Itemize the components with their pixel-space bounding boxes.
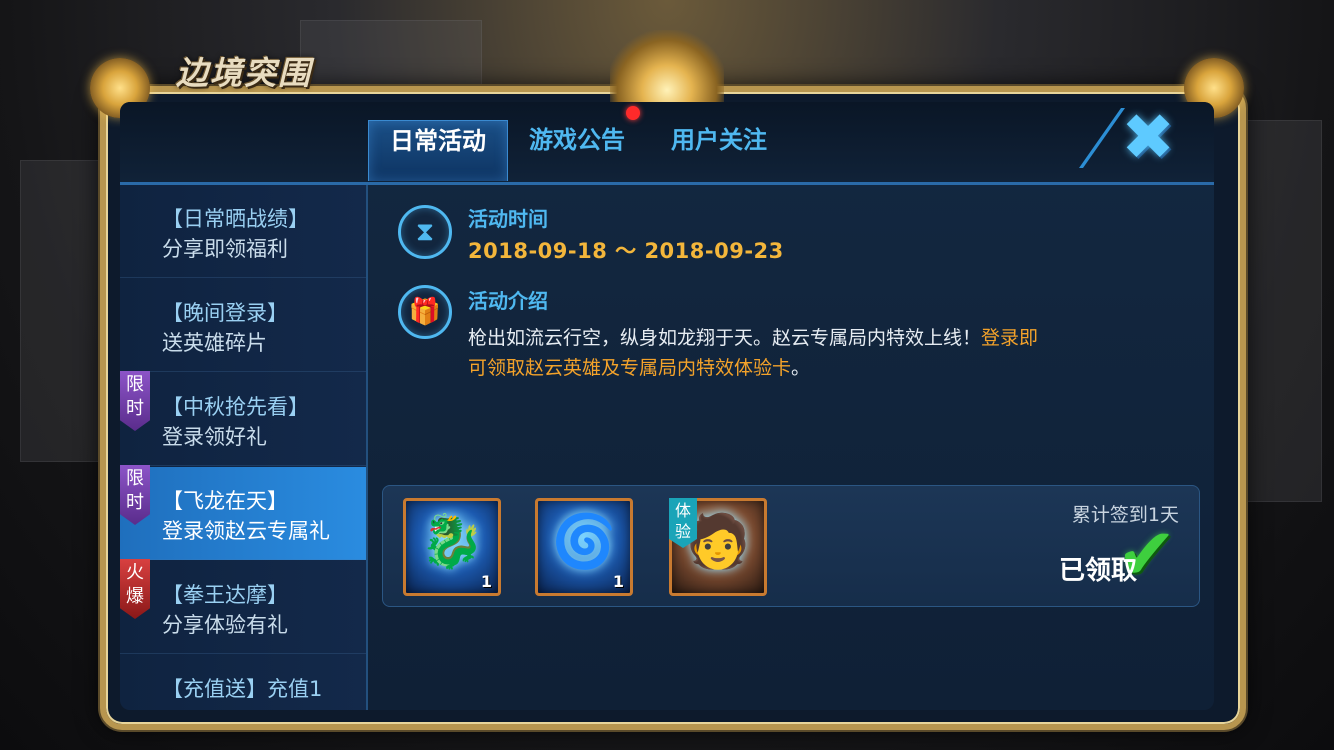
gift-icon: 🎁 bbox=[398, 285, 452, 339]
hot-badge: 火爆 bbox=[120, 559, 150, 619]
sidebar-item-title: 【拳王达摩】 bbox=[162, 583, 288, 607]
claimed-status: 已领取 bbox=[1058, 556, 1137, 586]
intro-highlight: 可领取赵云英雄及专属局内特效体验卡 bbox=[468, 357, 792, 379]
trial-tag: 体验 bbox=[669, 498, 697, 548]
intro-end: 。 bbox=[791, 357, 811, 379]
reward-hero-zhaoyun[interactable]: 🧑 体验 bbox=[669, 498, 767, 596]
sidebar-item-daily-record[interactable]: 【日常晒战绩】 分享即领福利 bbox=[120, 185, 366, 278]
close-icon[interactable]: ✖ bbox=[1118, 106, 1178, 170]
dragon-icon: 🐉 bbox=[419, 512, 485, 572]
hourglass-icon: ⧗ bbox=[398, 205, 452, 259]
reward-count: 1 bbox=[480, 572, 492, 591]
activity-sidebar: 【日常晒战绩】 分享即领福利 【晚间登录】 送英雄碎片 限时 【中秋抢先看】 登… bbox=[120, 185, 368, 710]
game-title-logo: 边境突围 bbox=[176, 54, 313, 92]
activity-intro-title: 活动介绍 bbox=[468, 289, 548, 313]
intro-text: 枪出如流云行空，纵身如龙翔于天。赵云专属局内特效上线！ bbox=[468, 327, 982, 349]
activity-time-range: 2018-09-18 ～ 2018-09-23 bbox=[468, 239, 784, 263]
tab-user-follow[interactable]: 用户关注 bbox=[654, 120, 784, 180]
sidebar-item-mid-autumn[interactable]: 限时 【中秋抢先看】 登录领好礼 bbox=[120, 371, 366, 466]
tab-game-announcements[interactable]: 游戏公告 bbox=[512, 120, 642, 180]
intro-highlight: 登录即 bbox=[981, 327, 1039, 349]
activity-time-title: 活动时间 bbox=[468, 207, 548, 231]
sidebar-item-subtitle: 分享即领福利 bbox=[162, 237, 288, 261]
activity-window: 日常活动 游戏公告 用户关注 ✖ 【日常晒战绩】 分享即领福利 【晚间登录】 送… bbox=[120, 102, 1214, 710]
reward-dragon-effect[interactable]: 🐉 1 bbox=[403, 498, 501, 596]
sidebar-item-evening-login[interactable]: 【晚间登录】 送英雄碎片 bbox=[120, 279, 366, 372]
sidebar-item-title: 【晚间登录】 bbox=[162, 301, 288, 325]
sidebar-item-flying-dragon[interactable]: 限时 【飞龙在天】 登录领赵云专属礼 bbox=[120, 465, 366, 560]
activity-detail: ⧗ 活动时间 2018-09-18 ～ 2018-09-23 🎁 活动介绍 枪出… bbox=[382, 185, 1202, 710]
limited-time-badge: 限时 bbox=[120, 371, 150, 431]
limited-time-badge: 限时 bbox=[120, 465, 150, 525]
sidebar-item-subtitle: 送英雄碎片 bbox=[162, 331, 267, 355]
sidebar-item-subtitle: 登录领好礼 bbox=[162, 425, 267, 449]
sidebar-item-subtitle: 登录领赵云专属礼 bbox=[162, 519, 330, 543]
reward-panel: 🐉 1 🌀 1 🧑 体验 累计签到1天 ✔ 已领取 bbox=[382, 485, 1200, 607]
notification-dot bbox=[626, 106, 640, 120]
reward-count: 1 bbox=[612, 572, 624, 591]
tab-bar-decoration bbox=[978, 108, 1126, 168]
activity-intro-text: 枪出如流云行空，纵身如龙翔于天。赵云专属局内特效上线！登录即可领取赵云英雄及专属… bbox=[468, 323, 1128, 383]
reward-dragon-card[interactable]: 🌀 1 bbox=[535, 498, 633, 596]
sidebar-item-title: 【中秋抢先看】 bbox=[162, 395, 309, 419]
sidebar-item-title: 【充值送】充值1 bbox=[162, 677, 323, 701]
sidebar-item-subtitle: 分享体验有礼 bbox=[162, 613, 288, 637]
dragon-scroll-icon: 🌀 bbox=[551, 512, 617, 572]
sidebar-item-recharge[interactable]: 【充值送】充值1 bbox=[120, 655, 366, 710]
sidebar-item-title: 【飞龙在天】 bbox=[162, 489, 288, 513]
tab-daily-activities[interactable]: 日常活动 bbox=[368, 120, 508, 181]
tab-bar: 日常活动 游戏公告 用户关注 ✖ bbox=[120, 102, 1214, 185]
sidebar-item-title: 【日常晒战绩】 bbox=[162, 207, 309, 231]
sidebar-item-boxing-king[interactable]: 火爆 【拳王达摩】 分享体验有礼 bbox=[120, 559, 366, 654]
